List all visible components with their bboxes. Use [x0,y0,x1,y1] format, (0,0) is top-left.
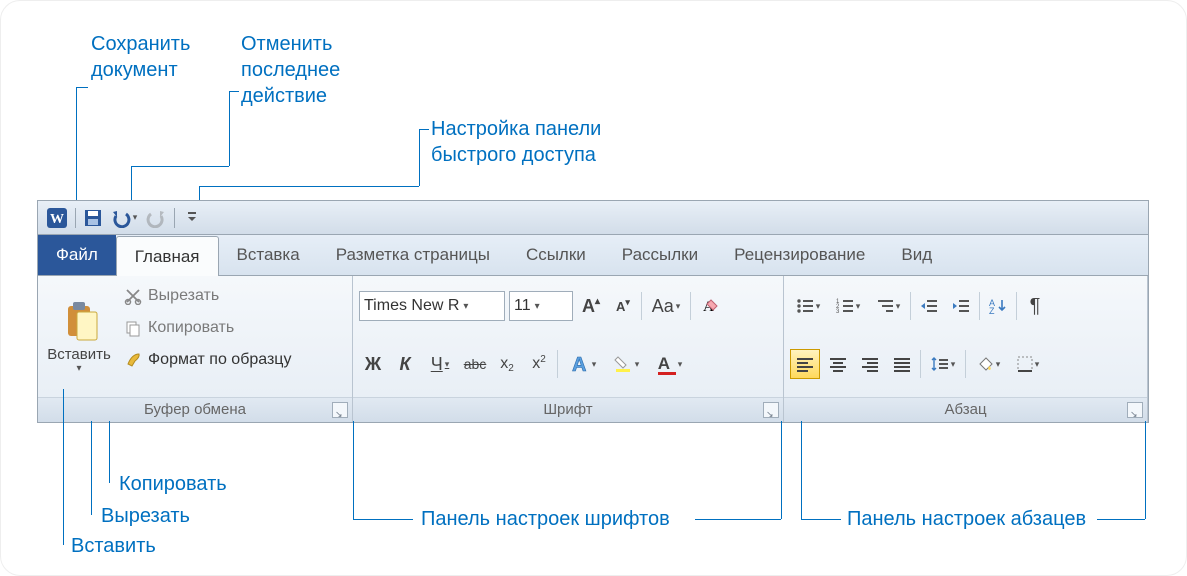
subscript-button[interactable]: x2 [493,350,521,378]
font-launcher[interactable] [763,402,779,418]
callout-save-label: Сохранитьдокумент [91,33,190,81]
callout-undo: Отменитьпоследнеедействие [241,31,340,109]
increase-indent-button[interactable] [947,292,975,320]
tab-insert[interactable]: Вставка [219,235,318,275]
bullets-button[interactable]: ▾ [790,292,826,320]
tab-view[interactable]: Вид [883,235,950,275]
group-clipboard: Вставить ▾ Вырезать Копировать [38,276,353,422]
quick-access-toolbar: W ▾ [38,201,1148,235]
tab-references[interactable]: Ссылки [508,235,604,275]
align-left-button[interactable] [790,349,820,379]
superscript-button[interactable]: x2 [525,350,553,378]
align-left-icon [796,356,814,372]
scissors-icon [124,287,142,305]
bullets-icon [796,298,814,314]
shrink-font-button[interactable]: A▾ [609,292,637,320]
outdent-icon [920,298,938,314]
undo-button[interactable]: ▾ [107,205,141,230]
align-right-button[interactable] [856,350,884,378]
highlight-icon [613,354,633,374]
group-font-title: Шрифт [353,397,783,422]
align-center-button[interactable] [824,350,852,378]
group-paragraph-title: Абзац [784,397,1147,422]
paste-button[interactable]: Вставить ▾ [44,280,114,393]
tab-file[interactable]: Файл [38,235,116,275]
effect-A-icon: A [568,353,590,375]
tab-review[interactable]: Рецензирование [716,235,883,275]
numbering-icon: 123 [836,298,854,314]
callout-qat: Настройка панелибыстрого доступа [431,116,601,168]
font-face-select[interactable]: Times New R▾ [359,291,505,321]
ribbon-tabs: Файл Главная Вставка Разметка страницы С… [38,235,1148,276]
tab-home[interactable]: Главная [116,236,219,276]
brush-icon [124,351,142,369]
multilevel-icon [876,298,894,314]
copy-icon [124,319,142,337]
bucket-icon [976,356,994,372]
ribbon-groups: Вставить ▾ Вырезать Копировать [38,276,1148,422]
group-clipboard-title: Буфер обмена [38,397,352,422]
qat-customize-button[interactable] [179,205,204,230]
svg-text:3: 3 [836,309,840,314]
app-icon[interactable]: W [44,205,69,230]
italic-button[interactable]: К [391,350,419,378]
tab-layout[interactable]: Разметка страницы [318,235,508,275]
indent-icon [952,298,970,314]
para-launcher[interactable] [1127,402,1143,418]
copy-label: Копировать [148,319,234,337]
justify-icon [893,356,911,372]
font-size-select[interactable]: 11▾ [509,291,573,321]
eraser-A-icon: A [698,295,720,317]
line-spacing-button[interactable]: ▾ [925,350,961,378]
callout-copy: Копировать [119,471,227,497]
callout-save: Сохранитьдокумент [91,31,190,83]
format-painter-button[interactable]: Формат по образцу [118,344,297,376]
svg-text:A: A [572,354,586,375]
group-paragraph: ▾ 123 ▾ ▾ [784,276,1148,422]
decrease-indent-button[interactable] [915,292,943,320]
bold-button[interactable]: Ж [359,350,387,378]
align-right-icon [861,356,879,372]
copy-button[interactable]: Копировать [118,312,297,344]
svg-text:Z: Z [989,306,995,315]
change-case-button[interactable]: Aa▾ [646,292,686,320]
borders-icon [1017,356,1033,372]
sort-button[interactable]: AZ [984,292,1012,320]
line-spacing-icon [931,356,949,372]
group-font: Times New R▾ 11▾ A▴ A▾ Aa▾ A [353,276,784,422]
text-effects-button[interactable]: A ▾ [562,350,602,378]
callout-paste: Вставить [71,533,156,559]
numbering-button[interactable]: 123 ▾ [830,292,866,320]
font-color-button[interactable]: A ▾ [650,350,690,378]
justify-button[interactable] [888,350,916,378]
callout-font-panel: Панель настроек шрифтов [421,506,670,532]
grow-font-button[interactable]: A▴ [577,292,605,320]
sort-icon: AZ [988,297,1008,315]
clear-formatting-button[interactable]: A [695,292,723,320]
clipboard-launcher[interactable] [332,402,348,418]
multilevel-button[interactable]: ▾ [870,292,906,320]
svg-text:W: W [50,212,64,227]
highlight-button[interactable]: ▾ [606,350,646,378]
ribbon: W ▾ Файл Главная Вставка Разметка страни… [37,200,1149,423]
cut-label: Вырезать [148,287,219,305]
align-center-icon [829,356,847,372]
callout-undo-label: Отменитьпоследнеедействие [241,33,340,107]
shading-button[interactable]: ▾ [970,350,1006,378]
callout-para-panel: Панель настроек абзацев [847,506,1086,532]
show-marks-button[interactable]: ¶ [1021,292,1049,320]
format-painter-label: Формат по образцу [148,351,291,369]
callout-qat-label: Настройка панелибыстрого доступа [431,118,601,166]
borders-button[interactable]: ▾ [1010,350,1046,378]
tab-mailings[interactable]: Рассылки [604,235,716,275]
paste-label: Вставить [47,346,111,363]
redo-button[interactable] [143,205,168,230]
underline-button[interactable]: Ч▾ [423,350,457,378]
save-button[interactable] [80,205,105,230]
strike-button[interactable]: abc [461,350,489,378]
cut-button[interactable]: Вырезать [118,280,297,312]
callout-cut: Вырезать [101,503,190,529]
